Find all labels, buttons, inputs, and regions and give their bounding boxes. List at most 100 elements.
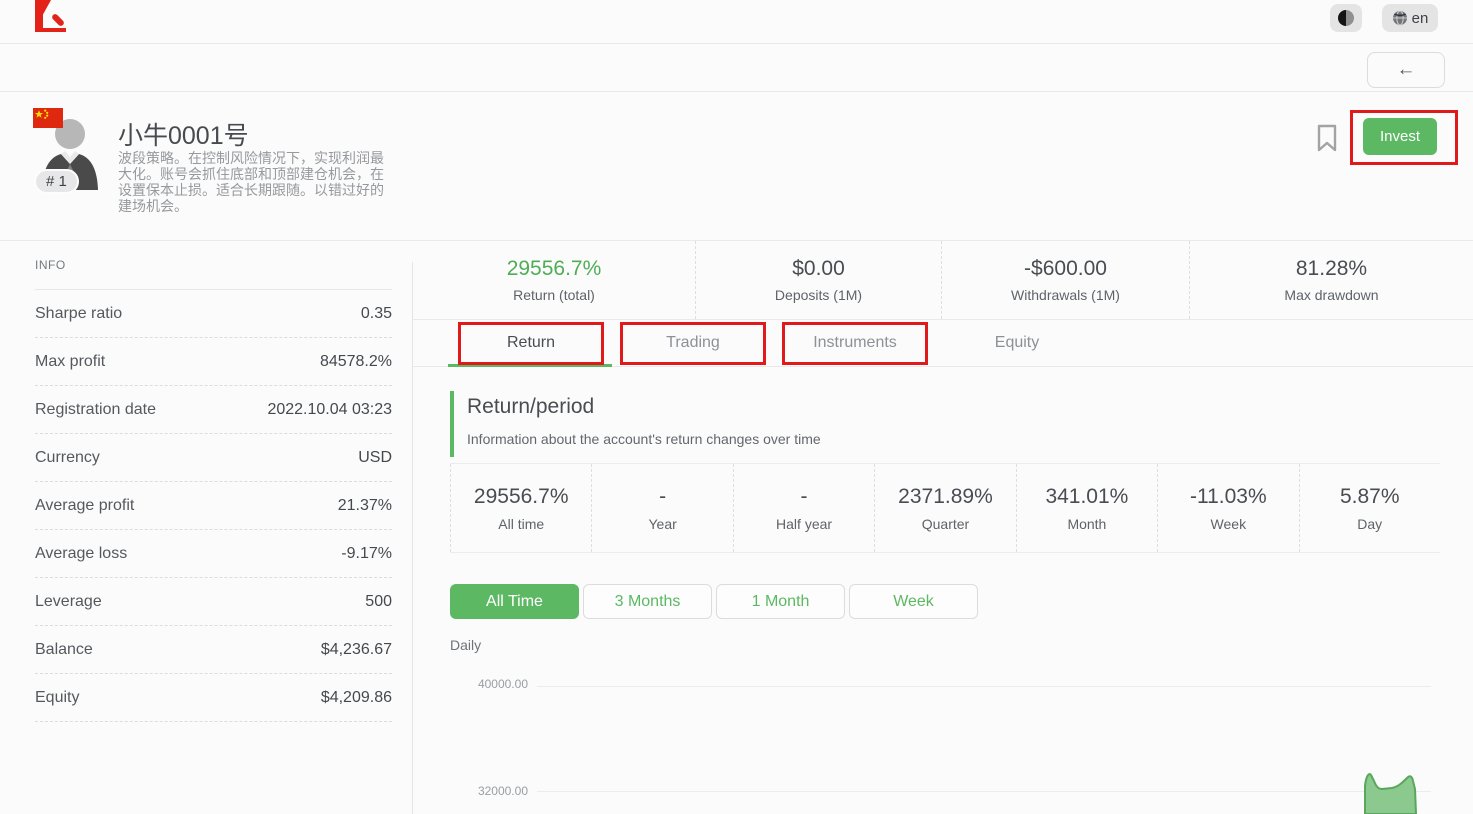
period-stat-label: Quarter — [922, 516, 969, 532]
period-stat-value: 2371.89% — [898, 485, 993, 509]
summary-stat-label: Return (total) — [513, 287, 595, 303]
globe-icon — [1392, 10, 1408, 26]
summary-stat: $0.00 Deposits (1M) — [696, 241, 942, 319]
tab[interactable]: Instruments — [774, 320, 936, 366]
summary-stat-value: -$600.00 — [1024, 257, 1107, 281]
tab[interactable]: Trading — [612, 320, 774, 366]
main-content: 29556.7% Return (total) $0.00 Deposits (… — [413, 241, 1473, 814]
info-row-value: -9.17% — [341, 545, 392, 563]
info-row-value: 84578.2% — [320, 353, 392, 371]
sub-toolbar: ← — [0, 45, 1473, 92]
period-stat-value: -11.03% — [1190, 485, 1267, 509]
avatar: # 1 — [30, 110, 104, 190]
brand-logo-icon[interactable] — [35, 0, 66, 32]
language-selector[interactable]: en — [1382, 4, 1438, 32]
period-stats-row: 29556.7% All time - Year - Half year 237… — [450, 463, 1440, 553]
language-label: en — [1412, 10, 1429, 27]
period-stat: -11.03% Week — [1157, 464, 1298, 552]
contrast-icon — [1338, 10, 1354, 26]
info-rows: Sharpe ratio 0.35 Max profit 84578.2% Re… — [35, 290, 392, 722]
china-flag-icon — [33, 108, 63, 128]
info-row-value: 500 — [365, 593, 392, 611]
area-chart-peak — [1360, 744, 1422, 814]
period-stat-value: - — [659, 485, 666, 509]
bookmark-icon[interactable] — [1317, 124, 1337, 152]
period-stat: 341.01% Month — [1016, 464, 1157, 552]
info-row-label: Average loss — [35, 545, 127, 563]
period-stat-label: Week — [1211, 516, 1247, 532]
info-row: Max profit 84578.2% — [35, 338, 392, 386]
profile-section: # 1 小牛0001号 波段策略。在控制风险情况下，实现利润最大化。账号会抓住底… — [0, 93, 1473, 241]
period-stat: 29556.7% All time — [450, 464, 591, 552]
section-title: Return/period — [467, 395, 821, 419]
tab-bar: ReturnTradingInstrumentsEquity — [413, 320, 1473, 367]
section-subtitle: Information about the account's return c… — [467, 431, 821, 447]
period-stat-value: 341.01% — [1045, 485, 1128, 509]
return-period-section-header: Return/period Information about the acco… — [450, 391, 821, 457]
account-page: en ← # 1 小牛0001号 — [0, 0, 1473, 814]
info-row-label: Max profit — [35, 353, 105, 371]
period-stat-label: Month — [1067, 516, 1106, 532]
period-stat-value: - — [801, 485, 808, 509]
tab[interactable]: Return — [450, 320, 612, 366]
summary-stat-value: $0.00 — [792, 257, 845, 281]
period-stat-value: 5.87% — [1340, 485, 1400, 509]
range-button[interactable]: All Time — [450, 584, 579, 619]
invest-annotation-box: Invest — [1363, 118, 1437, 155]
y-axis-tick-32000: 32000.00 — [413, 784, 528, 798]
period-stat: - Half year — [733, 464, 874, 552]
info-row: Balance $4,236.67 — [35, 626, 392, 674]
info-panel: INFO Sharpe ratio 0.35 Max profit 84578.… — [0, 241, 412, 814]
info-row: Average loss -9.17% — [35, 530, 392, 578]
info-row: Leverage 500 — [35, 578, 392, 626]
info-row-label: Equity — [35, 689, 79, 707]
summary-stat-value: 81.28% — [1296, 257, 1367, 281]
account-title: 小牛0001号 — [118, 116, 249, 152]
rank-badge: # 1 — [34, 169, 79, 194]
theme-toggle-button[interactable] — [1330, 4, 1362, 32]
info-panel-title: INFO — [35, 258, 392, 290]
invest-button[interactable]: Invest — [1363, 118, 1437, 155]
summary-stat: 29556.7% Return (total) — [413, 241, 696, 319]
info-row-label: Balance — [35, 641, 93, 659]
summary-stat: -$600.00 Withdrawals (1M) — [942, 241, 1190, 319]
range-button[interactable]: 3 Months — [583, 584, 712, 619]
period-stat: 2371.89% Quarter — [874, 464, 1015, 552]
summary-stat-label: Deposits (1M) — [775, 287, 862, 303]
info-row: Average profit 21.37% — [35, 482, 392, 530]
info-row-value: $4,209.86 — [321, 689, 392, 707]
info-row-value: $4,236.67 — [321, 641, 392, 659]
info-row-value: USD — [358, 449, 392, 467]
y-axis-tick-40000: 40000.00 — [413, 677, 528, 691]
top-header: en — [0, 0, 1473, 44]
range-button[interactable]: Week — [849, 584, 978, 619]
range-button[interactable]: 1 Month — [716, 584, 845, 619]
account-description: 波段策略。在控制风险情况下，实现利润最大化。账号会抓住底部和顶部建仓机会，在设置… — [118, 150, 386, 214]
period-stat-label: Day — [1357, 516, 1382, 532]
period-stat-label: Half year — [776, 516, 832, 532]
summary-stats-row: 29556.7% Return (total) $0.00 Deposits (… — [413, 241, 1473, 320]
info-row-label: Registration date — [35, 401, 156, 419]
range-filter-buttons: All Time3 Months1 MonthWeek — [450, 584, 978, 619]
period-stat-value: 29556.7% — [474, 485, 569, 509]
summary-stat: 81.28% Max drawdown — [1190, 241, 1473, 319]
summary-stat-label: Withdrawals (1M) — [1011, 287, 1120, 303]
period-stat-label: Year — [648, 516, 676, 532]
info-row: Sharpe ratio 0.35 — [35, 290, 392, 338]
info-row-label: Currency — [35, 449, 100, 467]
summary-stat-value: 29556.7% — [507, 257, 602, 281]
info-row-value: 21.37% — [338, 497, 392, 515]
summary-stat-label: Max drawdown — [1284, 287, 1378, 303]
tab[interactable]: Equity — [936, 320, 1098, 366]
info-row: Equity $4,209.86 — [35, 674, 392, 722]
chart-series-label: Daily — [450, 637, 481, 653]
period-stat: 5.87% Day — [1299, 464, 1440, 552]
gridline-32000 — [537, 791, 1431, 792]
info-row-value: 0.35 — [361, 305, 392, 323]
back-button[interactable]: ← — [1367, 52, 1445, 88]
back-arrow-icon: ← — [1397, 59, 1416, 81]
info-row-label: Leverage — [35, 593, 102, 611]
info-row: Registration date 2022.10.04 03:23 — [35, 386, 392, 434]
gridline-40000 — [537, 686, 1431, 687]
info-row-label: Sharpe ratio — [35, 305, 122, 323]
